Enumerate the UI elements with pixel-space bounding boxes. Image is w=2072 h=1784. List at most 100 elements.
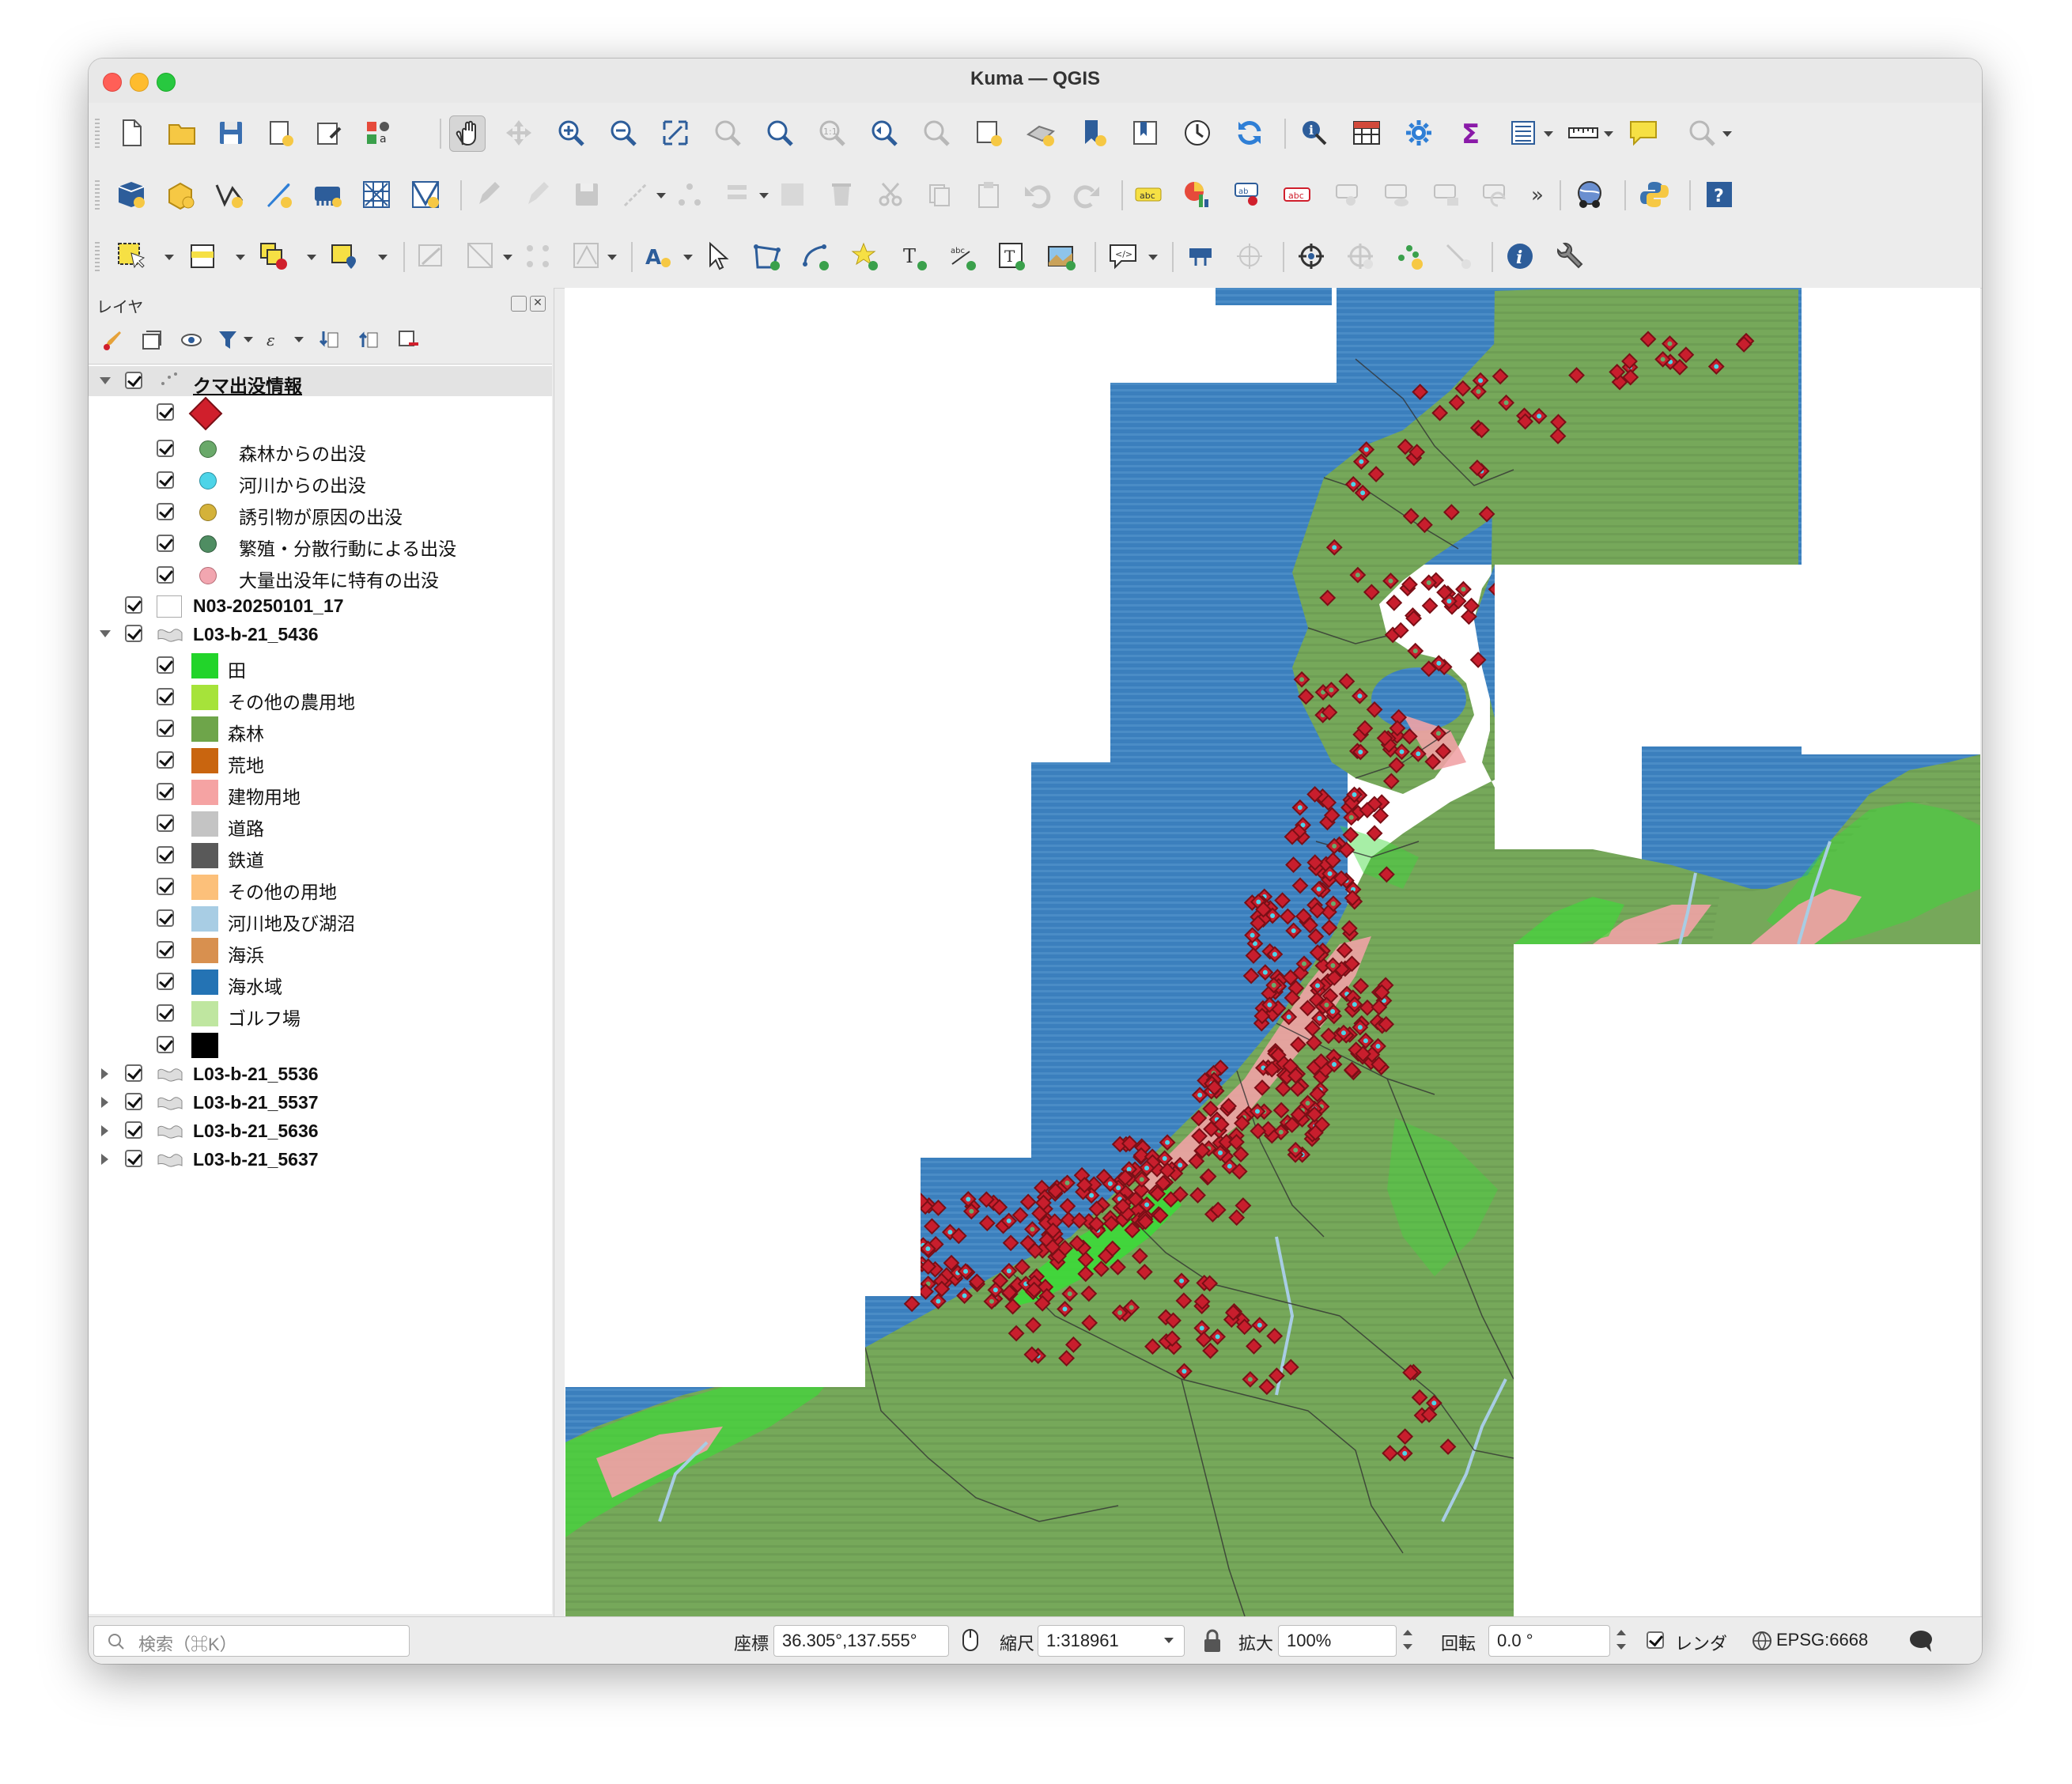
- landuse-legend-row[interactable]: 荒地: [89, 746, 552, 776]
- landuse-legend-row[interactable]: [89, 1030, 552, 1060]
- legend-visibility-checkbox[interactable]: [157, 535, 174, 552]
- diagram-options-icon[interactable]: [1180, 177, 1215, 212]
- toolbar-grip[interactable]: [95, 242, 100, 274]
- offset-curve-icon[interactable]: [569, 239, 604, 274]
- zoom-to-layer-icon[interactable]: [762, 115, 797, 150]
- expand-arrow[interactable]: [101, 1068, 108, 1079]
- new-mesh-layer-icon[interactable]: [408, 177, 443, 212]
- search-locator-icon[interactable]: [1684, 115, 1719, 150]
- new-virtual-layer-icon[interactable]: [359, 177, 394, 212]
- layer-row-landuse-5436[interactable]: L03-b-21_5436: [89, 619, 552, 649]
- current-edits-icon[interactable]: [471, 177, 506, 212]
- rotate-label-icon[interactable]: [1430, 177, 1465, 212]
- zoom-to-selection-icon[interactable]: [710, 115, 745, 150]
- legend-visibility-checkbox[interactable]: [157, 846, 174, 864]
- landuse-legend-row[interactable]: 河川地及び湖沼: [89, 904, 552, 934]
- legend-row[interactable]: 繁殖・分散行動による出没: [89, 529, 552, 559]
- layer-row-landuse-5637[interactable]: L03-b-21_5637: [89, 1144, 552, 1174]
- landuse-legend-row[interactable]: 鉄道: [89, 841, 552, 871]
- new-print-layout-icon[interactable]: [263, 115, 297, 150]
- toolbox-gear-icon[interactable]: [1401, 115, 1436, 150]
- float-panel-icon[interactable]: [511, 296, 527, 312]
- redo-icon[interactable]: [1069, 177, 1104, 212]
- select-features-icon[interactable]: [114, 239, 149, 274]
- crs-globe-icon[interactable]: [1751, 1630, 1773, 1652]
- magnifier-spinner[interactable]: [1401, 1627, 1414, 1655]
- georeferencer-icon[interactable]: [1183, 239, 1218, 274]
- advanced-digitizing-icon[interactable]: [463, 239, 498, 274]
- legend-row[interactable]: 森林からの出没: [89, 434, 552, 464]
- measure-line-icon[interactable]: [1566, 115, 1601, 150]
- legend-visibility-checkbox[interactable]: [157, 688, 174, 705]
- layer-visibility-checkbox[interactable]: [125, 1064, 142, 1082]
- crosshair-disabled-icon[interactable]: [1232, 239, 1267, 274]
- open-attribute-table-icon[interactable]: [1349, 115, 1384, 150]
- attribute-table-select-icon[interactable]: [1506, 115, 1541, 150]
- legend-visibility-checkbox[interactable]: [157, 440, 174, 457]
- layer-visibility-checkbox[interactable]: [125, 372, 142, 389]
- legend-visibility-checkbox[interactable]: [157, 751, 174, 769]
- legend-visibility-checkbox[interactable]: [157, 656, 174, 674]
- legend-visibility-checkbox[interactable]: [157, 878, 174, 895]
- add-group-icon[interactable]: [138, 326, 166, 354]
- cut-features-icon[interactable]: [873, 177, 908, 212]
- new-map-view-icon[interactable]: [971, 115, 1006, 150]
- toolbar-grip[interactable]: [95, 180, 100, 212]
- new-project-icon[interactable]: [114, 115, 149, 150]
- locator-search-input[interactable]: 検索（⌘K）: [93, 1625, 410, 1657]
- landuse-legend-row[interactable]: ゴルフ場: [89, 999, 552, 1029]
- map-canvas[interactable]: [565, 288, 1980, 1616]
- expand-arrow[interactable]: [101, 1125, 108, 1136]
- gps-reset-icon[interactable]: [1441, 239, 1476, 274]
- copy-features-icon[interactable]: [922, 177, 957, 212]
- toolbar-overflow-button[interactable]: »: [1531, 183, 1544, 207]
- map-tips-icon[interactable]: [1626, 115, 1661, 150]
- select-move-item-icon[interactable]: [701, 239, 735, 274]
- legend-row[interactable]: 河川からの出没: [89, 466, 552, 496]
- create-text-box-icon[interactable]: T: [995, 239, 1030, 274]
- highlight-pinned-labels-icon[interactable]: abc: [1280, 177, 1314, 212]
- modify-attributes-icon[interactable]: [721, 177, 756, 212]
- legend-row[interactable]: [89, 396, 552, 431]
- layer-row-landuse-5636[interactable]: L03-b-21_5636: [89, 1116, 552, 1146]
- move-label-icon[interactable]: [1332, 177, 1367, 212]
- select-by-value-icon[interactable]: [185, 239, 220, 274]
- help-icon[interactable]: ?: [1702, 177, 1737, 212]
- reshape-features-icon[interactable]: [520, 239, 555, 274]
- layer-row-landuse-5537[interactable]: L03-b-21_5537: [89, 1087, 552, 1117]
- remove-layer-icon[interactable]: [394, 326, 422, 354]
- pin-labels-icon[interactable]: ab: [1231, 177, 1265, 212]
- expand-arrow[interactable]: [101, 1097, 108, 1108]
- gps-points-icon[interactable]: [1392, 239, 1427, 274]
- create-marker-annotation-icon[interactable]: [848, 239, 883, 274]
- rotation-spinner[interactable]: [1615, 1627, 1628, 1655]
- digitize-with-segment-icon[interactable]: [414, 239, 449, 274]
- layer-visibility-checkbox[interactable]: [125, 1121, 142, 1139]
- landuse-legend-row[interactable]: 海浜: [89, 935, 552, 966]
- coordinate-field[interactable]: 36.305°,137.555°: [773, 1625, 949, 1657]
- save-project-icon[interactable]: [214, 115, 248, 150]
- zoom-out-icon[interactable]: [606, 115, 641, 150]
- landuse-legend-row[interactable]: その他の農用地: [89, 682, 552, 712]
- plugin-globe-icon[interactable]: [1572, 177, 1607, 212]
- legend-visibility-checkbox[interactable]: [157, 909, 174, 927]
- show-spatial-bookmarks-icon[interactable]: [1128, 115, 1163, 150]
- label-toolbar-icon[interactable]: A: [641, 239, 675, 274]
- toggle-editing-icon[interactable]: [520, 177, 555, 212]
- landuse-legend-row[interactable]: その他の用地: [89, 872, 552, 902]
- new-spatialite-layer-icon[interactable]: [261, 177, 296, 212]
- deselect-features-icon[interactable]: [256, 239, 291, 274]
- render-checkbox[interactable]: [1647, 1631, 1664, 1649]
- collapse-arrow[interactable]: [100, 630, 111, 637]
- open-project-icon[interactable]: [164, 115, 199, 150]
- layer-labeling-options-icon[interactable]: abc: [1131, 177, 1166, 212]
- edit-table-icon[interactable]: [775, 177, 810, 212]
- create-text-along-line-icon[interactable]: abc: [946, 239, 981, 274]
- toggle-extents-mouse-icon[interactable]: [957, 1627, 985, 1655]
- landuse-legend-row[interactable]: 森林: [89, 714, 552, 744]
- zoom-native-resolution-icon[interactable]: 1:1: [815, 115, 849, 150]
- collapse-arrow[interactable]: [100, 377, 111, 384]
- rotation-field[interactable]: 0.0 °: [1488, 1625, 1610, 1657]
- undo-icon[interactable]: [1020, 177, 1055, 212]
- style-manager-icon[interactable]: a: [361, 115, 395, 150]
